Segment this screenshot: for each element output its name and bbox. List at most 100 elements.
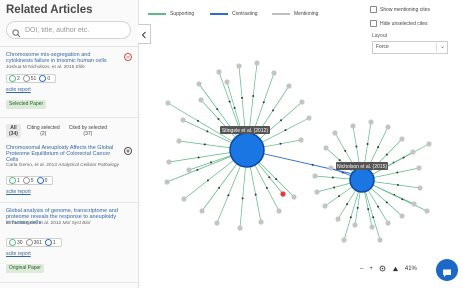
- download-icon[interactable]: [392, 265, 399, 274]
- edge-arrow: [217, 118, 220, 120]
- citation-node[interactable]: [181, 196, 187, 202]
- citation-node[interactable]: [424, 208, 430, 214]
- edge-arrow: [346, 203, 349, 206]
- citation-node[interactable]: [276, 208, 282, 214]
- citation-node[interactable]: [352, 222, 358, 228]
- citation-node[interactable]: [369, 224, 375, 230]
- chat-button[interactable]: [436, 259, 458, 281]
- edge-arrow: [218, 186, 221, 189]
- edge-arrow: [272, 109, 275, 112]
- edge-arrow: [385, 153, 388, 156]
- citation-node[interactable]: [254, 60, 260, 66]
- citation-node[interactable]: [224, 79, 230, 85]
- citation-node[interactable]: [164, 179, 170, 185]
- citation-node[interactable]: [312, 173, 318, 179]
- scite-report-link[interactable]: scite report: [6, 87, 31, 93]
- article-authors: Silvia Stingele, et al. 2012: [6, 221, 62, 226]
- citation-node[interactable]: [299, 99, 305, 105]
- article-title[interactable]: Chromosome mis-segregation and cytokines…: [6, 52, 118, 64]
- citation-node[interactable]: [198, 97, 204, 103]
- citation-node[interactable]: [271, 70, 277, 76]
- edge-arrow: [377, 146, 380, 149]
- hub-node-nicholson[interactable]: [349, 167, 375, 193]
- citation-node[interactable]: [377, 237, 383, 243]
- mentioning-count: 5: [30, 177, 34, 184]
- citation-node[interactable]: [186, 167, 192, 173]
- edge-arrow: [338, 159, 341, 162]
- citation-node[interactable]: [314, 189, 320, 195]
- citation-stats[interactable]: 1 5 0: [6, 176, 54, 185]
- citation-node[interactable]: [286, 83, 292, 89]
- search-input[interactable]: [25, 24, 125, 36]
- citation-node[interactable]: [216, 69, 222, 75]
- edge-arrow: [349, 216, 352, 219]
- edge-arrow: [355, 145, 358, 148]
- edge-arrow: [396, 171, 399, 174]
- citation-stats[interactable]: 30 361 1: [6, 238, 62, 247]
- scite-report-link[interactable]: scite report: [6, 189, 31, 195]
- citation-node[interactable]: [291, 194, 297, 200]
- citation-node[interactable]: [410, 149, 416, 155]
- citation-node[interactable]: [385, 124, 391, 130]
- reset-view-icon[interactable]: [379, 265, 386, 274]
- citation-node[interactable]: [165, 100, 171, 106]
- add-article-button[interactable]: [124, 147, 132, 155]
- citation-stats[interactable]: 2 51 0: [6, 74, 57, 83]
- citation-node[interactable]: [180, 117, 186, 123]
- citation-node[interactable]: [341, 237, 347, 243]
- edge-arrow: [252, 95, 255, 98]
- citation-node[interactable]: [332, 130, 338, 136]
- citation-node[interactable]: [328, 165, 334, 171]
- citation-node[interactable]: [368, 119, 374, 125]
- panel-title: Related Articles: [6, 4, 93, 16]
- edge-arrow: [372, 216, 375, 219]
- citation-node[interactable]: [416, 165, 422, 171]
- divider: [0, 282, 138, 283]
- scite-report-link[interactable]: scite report: [6, 251, 31, 257]
- citation-node[interactable]: [214, 220, 220, 226]
- citation-node[interactable]: [350, 123, 356, 129]
- citation-node[interactable]: [335, 216, 341, 222]
- citation-node[interactable]: [237, 225, 243, 231]
- remove-article-button[interactable]: [124, 53, 132, 61]
- citation-node[interactable]: [199, 208, 205, 214]
- zoom-out-button[interactable]: –: [360, 266, 363, 272]
- citation-node[interactable]: [258, 219, 264, 225]
- citation-node[interactable]: [298, 137, 304, 143]
- search-box[interactable]: [6, 21, 131, 39]
- hub-label-stingele: Stingele et al. (2012): [222, 128, 268, 134]
- citation-node[interactable]: [176, 138, 182, 144]
- citation-node[interactable]: [280, 191, 286, 197]
- article-title[interactable]: Chromosomal Aneuploidy Affects the Globa…: [6, 145, 118, 163]
- citation-graph[interactable]: Stingele et al. (2012) Nicholson et al. …: [139, 0, 463, 258]
- article-journal: Analytical Cellular Pathology: [58, 163, 120, 168]
- citation-node[interactable]: [399, 136, 405, 142]
- contrasting-count: 0: [47, 75, 51, 82]
- tab-citing-selected[interactable]: Citing selected (2): [24, 124, 63, 138]
- edge-arrow: [241, 197, 244, 200]
- citation-node[interactable]: [385, 220, 391, 226]
- edge-arrow: [265, 186, 268, 189]
- tab-all[interactable]: All (34): [6, 124, 21, 138]
- citation-node[interactable]: [411, 201, 417, 207]
- citation-node[interactable]: [426, 141, 432, 147]
- citation-node[interactable]: [306, 115, 312, 121]
- citation-node[interactable]: [236, 63, 242, 69]
- graph-edges: [166, 62, 430, 241]
- tab-count: (37): [83, 131, 93, 137]
- edge-arrow: [331, 176, 334, 179]
- zoom-in-button[interactable]: +: [369, 266, 373, 272]
- citation-node[interactable]: [322, 203, 328, 209]
- article-authors: Joshua M Nicholson, et al. 2015: [6, 65, 75, 70]
- citation-node[interactable]: [166, 159, 172, 165]
- edge-arrow: [254, 193, 257, 196]
- tab-cited-by-selected[interactable]: Cited by selected (37): [66, 124, 110, 138]
- citation-node[interactable]: [196, 81, 202, 87]
- original-paper-badge: Original Paper: [6, 264, 44, 273]
- edge-arrow: [241, 96, 244, 99]
- hub-node-stingele[interactable]: [229, 132, 265, 168]
- edge-arrow: [366, 143, 369, 146]
- citation-node[interactable]: [323, 145, 329, 151]
- citation-node[interactable]: [417, 185, 423, 191]
- citation-node[interactable]: [399, 213, 405, 219]
